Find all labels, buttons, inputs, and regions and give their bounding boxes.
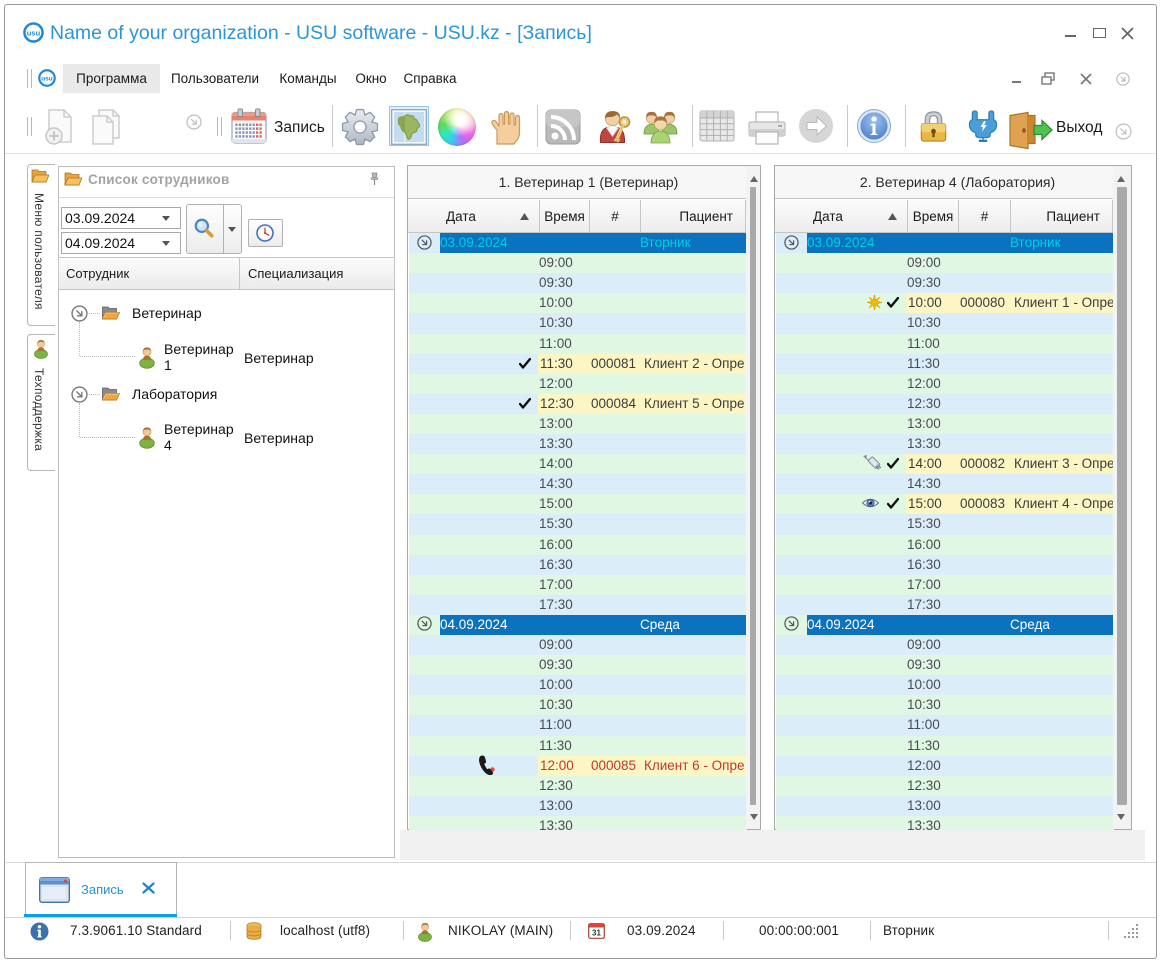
svg-text:usu: usu [41, 76, 53, 83]
svg-text:usu: usu [27, 29, 41, 38]
svg-text:31: 31 [592, 929, 601, 938]
